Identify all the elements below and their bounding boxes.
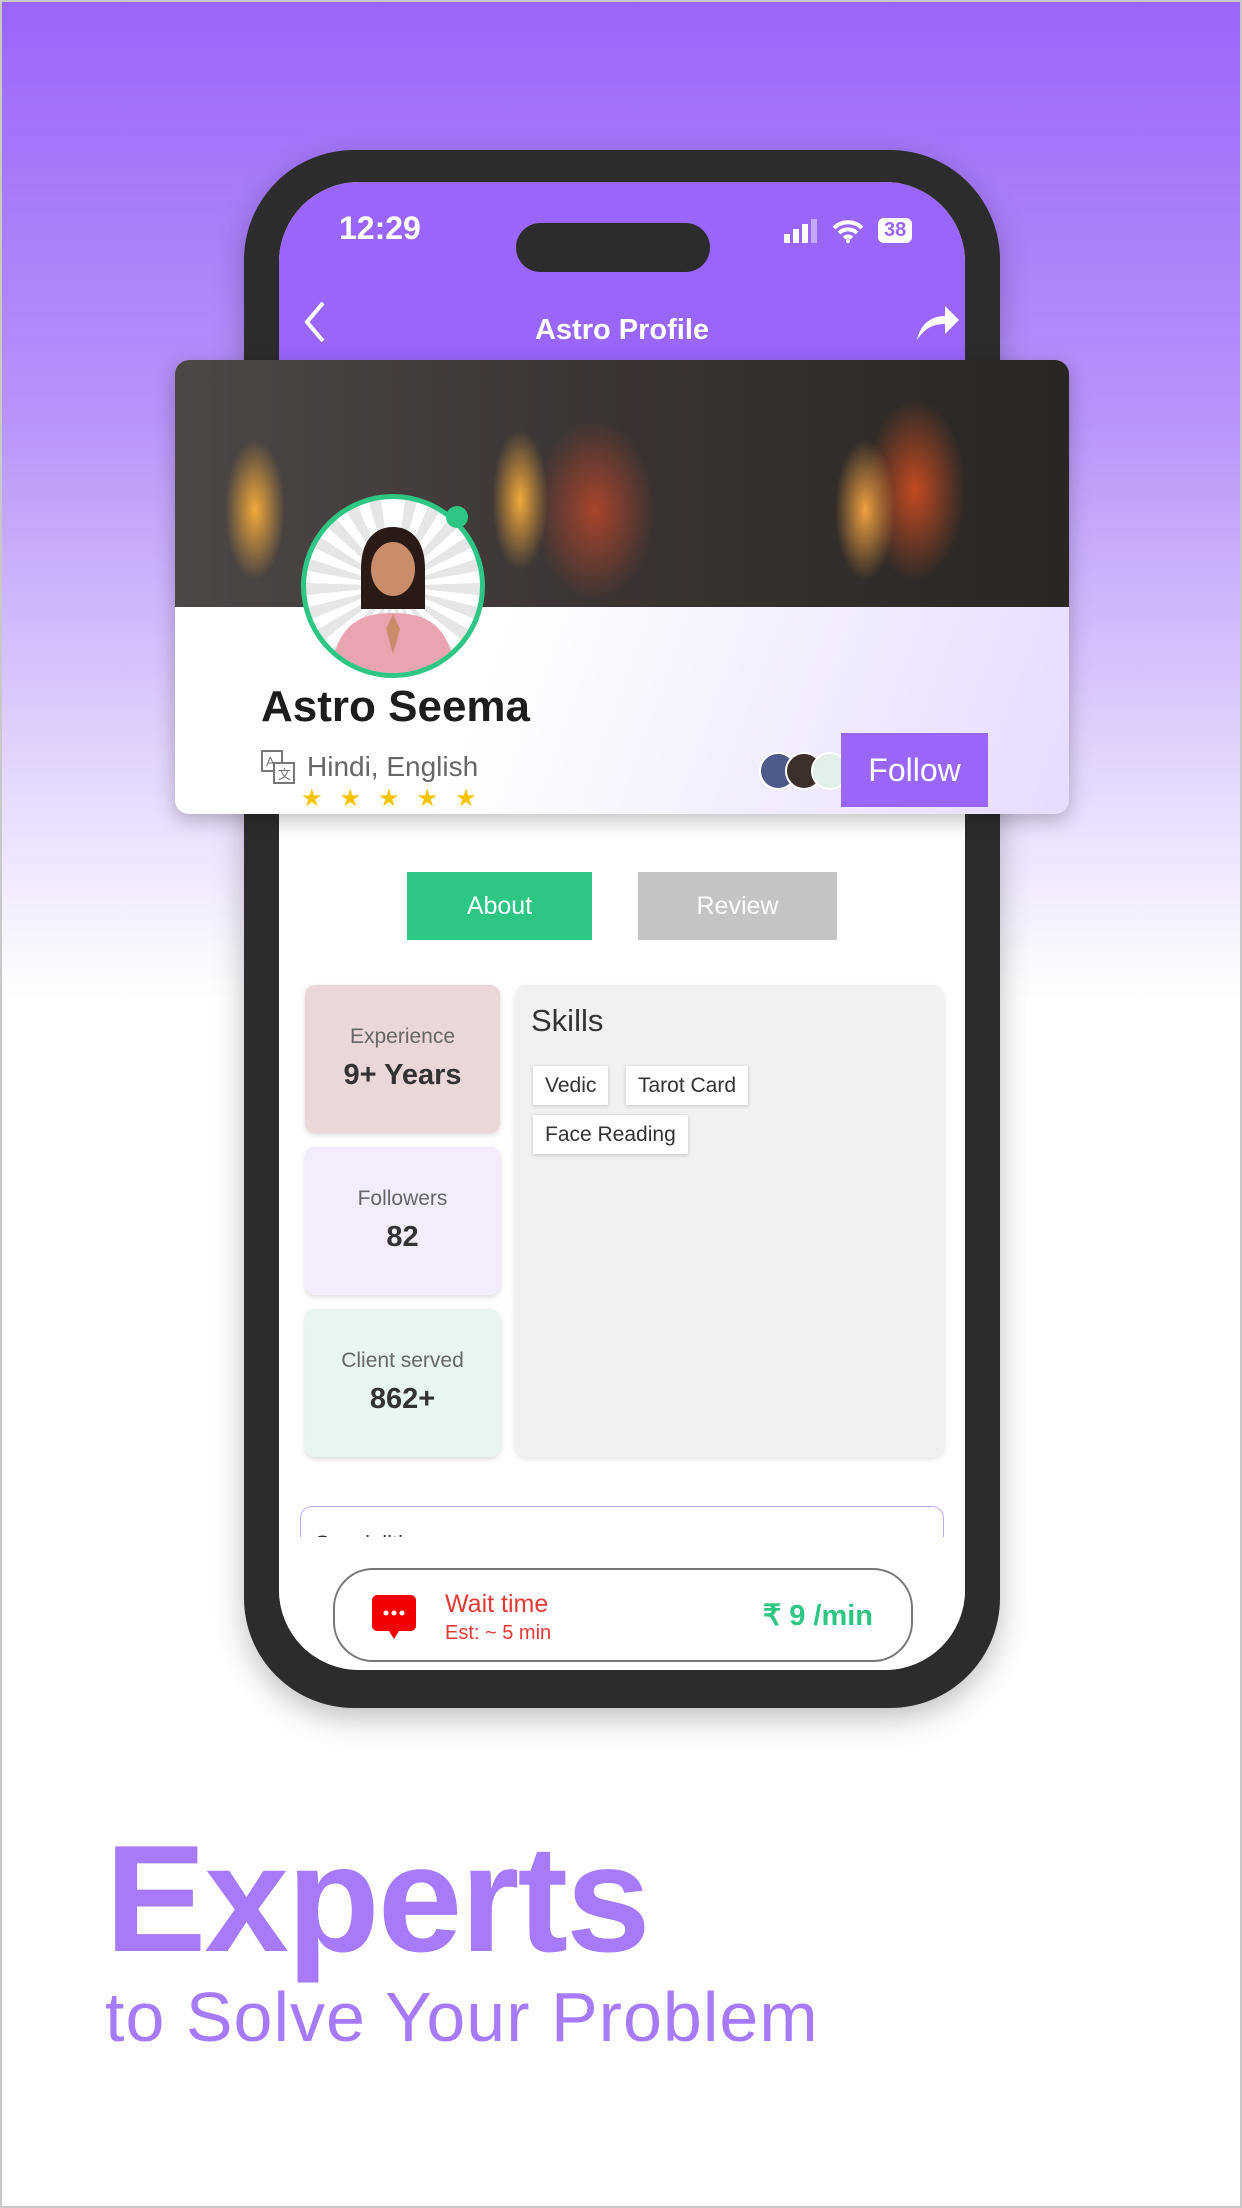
skill-chip: Face Reading xyxy=(533,1115,688,1154)
promo-headline: Experts xyxy=(105,1814,651,1984)
languages-text: Hindi, English xyxy=(307,751,479,782)
tab-about[interactable]: About xyxy=(407,872,592,940)
stat-clients: Client served 862+ xyxy=(305,1309,500,1457)
stat-experience: Experience 9+ Years xyxy=(305,985,500,1133)
dynamic-island xyxy=(516,223,710,272)
wait-label: Wait time xyxy=(445,1590,549,1618)
stat-followers: Followers 82 xyxy=(305,1147,500,1295)
status-icons: 38 xyxy=(784,218,913,243)
skill-chip: Tarot Card xyxy=(626,1066,749,1105)
rating-stars: ★★★★★ xyxy=(301,785,494,812)
wait-time-bar[interactable]: Wait time Est: ~ 5 min ₹ 9 /min xyxy=(333,1568,913,1662)
wifi-icon xyxy=(832,219,864,243)
status-time: 12:29 xyxy=(339,210,421,246)
skill-chip: Vedic xyxy=(533,1066,609,1105)
profile-card: Astro Seema A文 Hindi, English ★★★★★ Foll… xyxy=(175,360,1069,814)
battery-icon: 38 xyxy=(878,218,913,243)
astrologer-name: Astro Seema xyxy=(261,682,531,731)
skills-title: Skills xyxy=(531,1003,604,1038)
languages: A文 Hindi, English xyxy=(261,750,478,784)
share-icon[interactable] xyxy=(915,302,961,342)
skills-panel: Skills Vedic Tarot Card Face Reading xyxy=(515,985,944,1457)
online-status-dot xyxy=(446,506,468,528)
wait-estimate: Est: ~ 5 min xyxy=(445,1622,552,1644)
follow-button[interactable]: Follow xyxy=(841,733,988,807)
tab-review[interactable]: Review xyxy=(638,872,837,940)
price-per-minute: ₹ 9 /min xyxy=(762,1600,873,1632)
page-title: Astro Profile xyxy=(534,314,710,346)
chat-icon xyxy=(372,1595,416,1639)
svg-text:A: A xyxy=(266,754,275,769)
promo-subline: to Solve Your Problem xyxy=(105,1978,819,2056)
svg-text:文: 文 xyxy=(278,767,291,782)
signal-icon xyxy=(784,218,817,243)
translate-icon: A文 xyxy=(261,750,295,784)
